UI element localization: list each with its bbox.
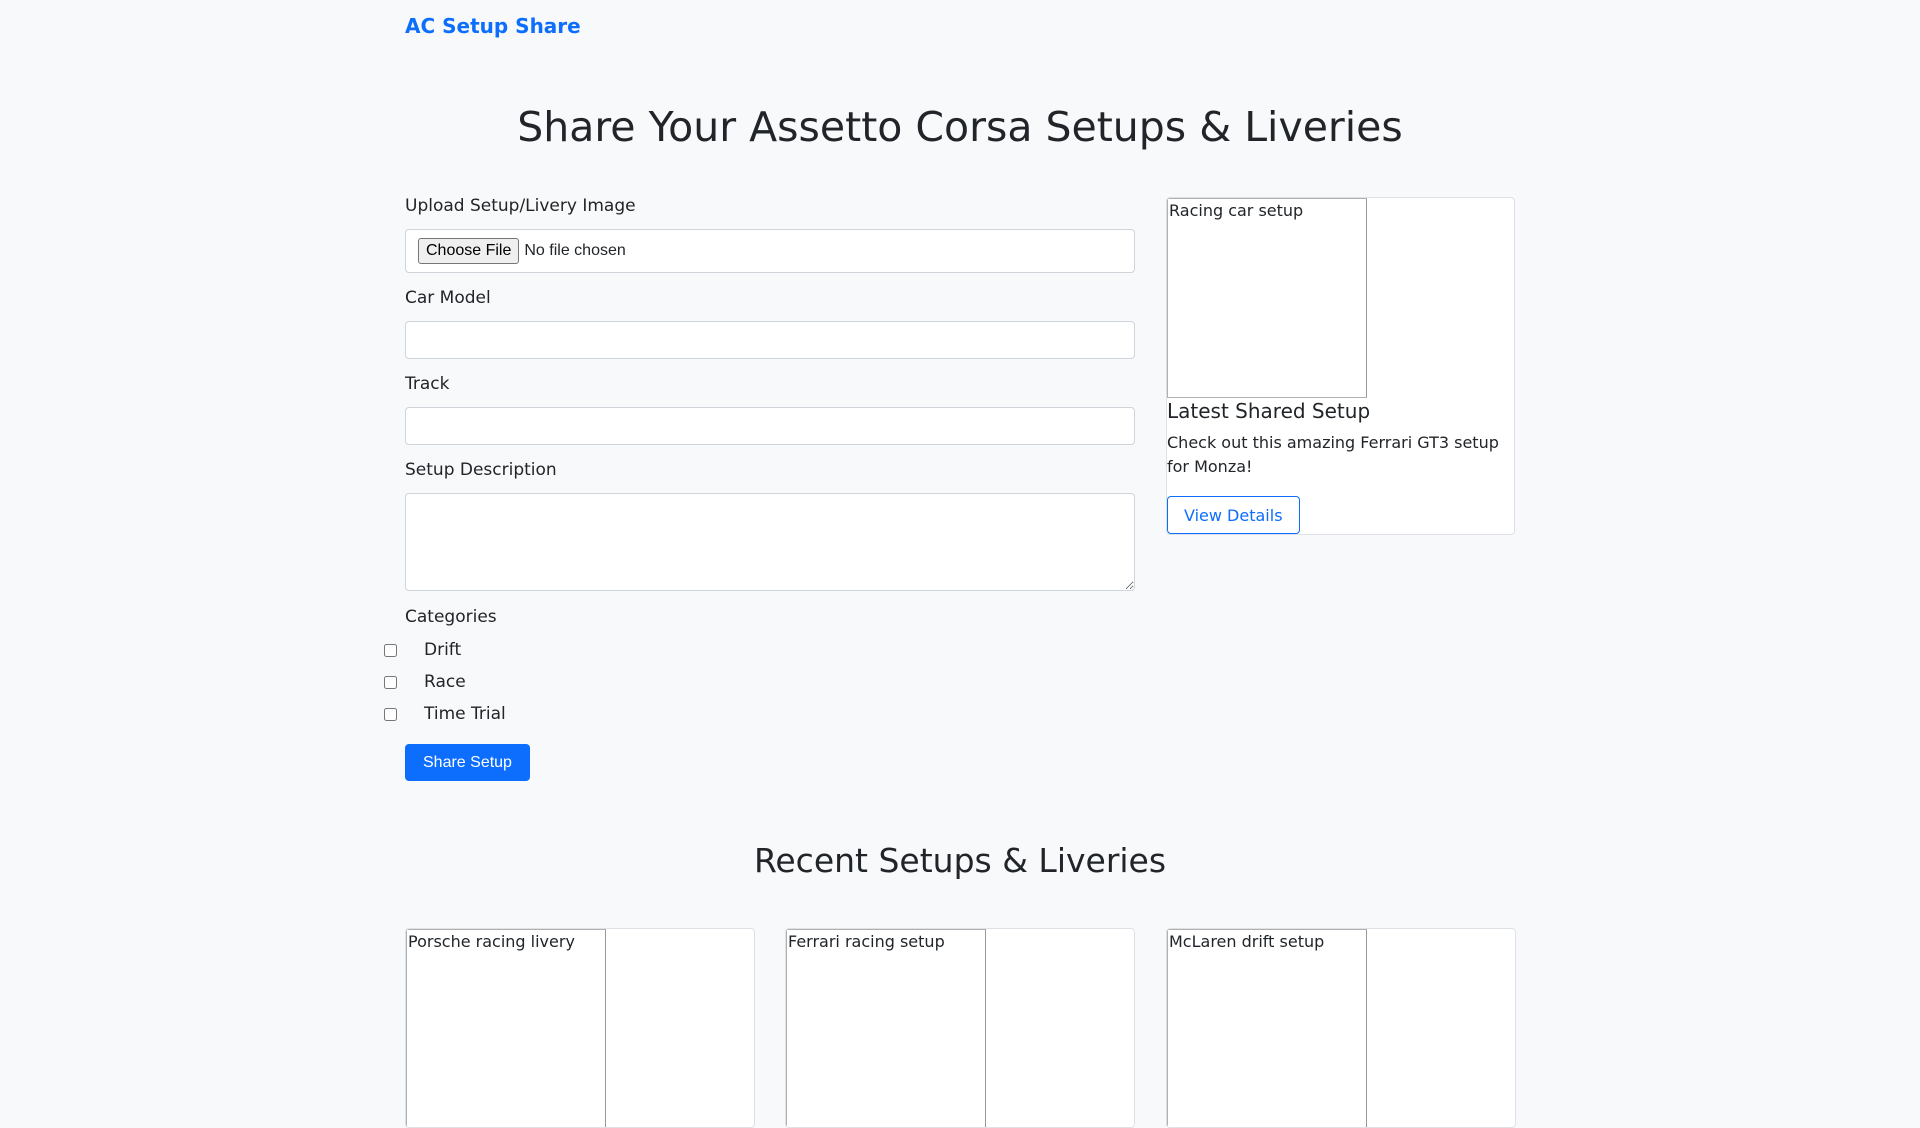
page-title: Share Your Assetto Corsa Setups & Liveri…: [517, 103, 1403, 151]
car-model-label: Car Model: [405, 288, 491, 308]
track-input[interactable]: [405, 407, 1135, 445]
category-time-trial[interactable]: Time Trial: [384, 702, 506, 726]
latest-setup-image: Racing car setup: [1167, 198, 1367, 398]
latest-setup-card: Racing car setup Latest Shared Setup Che…: [1166, 197, 1515, 535]
recent-card-ferrari: Ferrari racing setup: [785, 928, 1135, 1128]
drift-checkbox[interactable]: [384, 643, 397, 657]
brand-link[interactable]: AC Setup Share: [405, 14, 581, 38]
upload-label: Upload Setup/Livery Image: [405, 196, 636, 216]
recent-section-title: Recent Setups & Liveries: [753, 841, 1167, 880]
description-label: Setup Description: [405, 460, 557, 480]
recent-card-image: Porsche racing livery: [406, 929, 606, 1127]
category-race[interactable]: Race: [384, 670, 466, 694]
track-label: Track: [405, 374, 450, 394]
race-checkbox[interactable]: [384, 675, 397, 689]
latest-setup-text: Check out this amazing Ferrari GT3 setup…: [1167, 433, 1499, 476]
description-textarea[interactable]: [405, 493, 1135, 591]
drift-label: Drift: [424, 640, 462, 660]
latest-setup-title: Latest Shared Setup: [1167, 399, 1371, 423]
choose-file-button[interactable]: Choose File: [418, 238, 520, 264]
categories-label: Categories: [405, 607, 497, 627]
car-model-input[interactable]: [405, 321, 1135, 359]
file-status-text: No file chosen: [524, 242, 626, 259]
recent-card-image: Ferrari racing setup: [786, 929, 986, 1127]
recent-card-image: McLaren drift setup: [1167, 929, 1367, 1127]
recent-card-porsche: Porsche racing livery: [405, 928, 755, 1128]
category-drift[interactable]: Drift: [384, 638, 461, 662]
time-trial-label: Time Trial: [424, 704, 506, 724]
share-setup-button[interactable]: Share Setup: [405, 744, 530, 781]
file-upload-input[interactable]: Choose File No file chosen: [405, 229, 1135, 273]
view-details-button[interactable]: View Details: [1167, 496, 1300, 534]
recent-card-mclaren: McLaren drift setup: [1166, 928, 1516, 1128]
race-label: Race: [424, 672, 466, 692]
time-trial-checkbox[interactable]: [384, 707, 397, 721]
